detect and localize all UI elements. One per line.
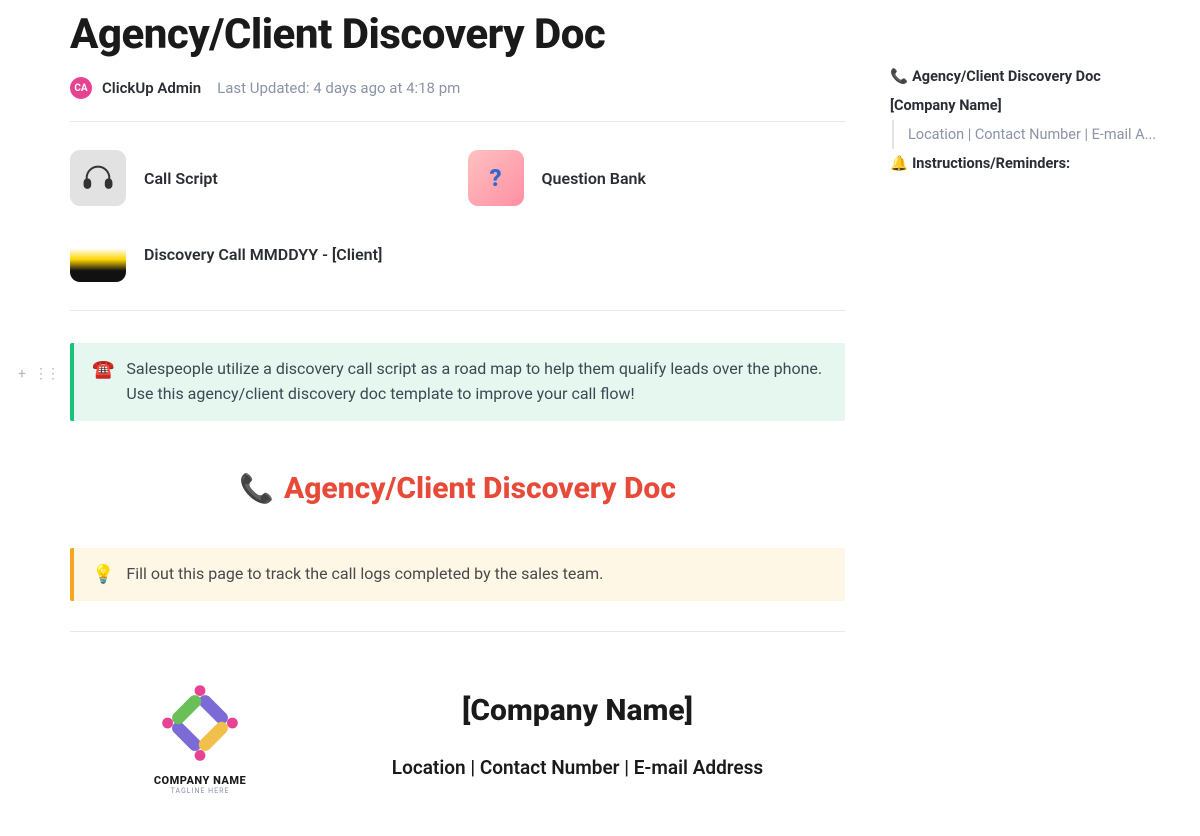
doc-heading[interactable]: 📞 Agency/Client Discovery Doc (70, 471, 845, 506)
subpage-question-bank[interactable]: ? Question Bank (468, 150, 846, 206)
company-section: COMPANY NAME TAGLINE HERE [Company Name]… (70, 678, 845, 795)
logo-name: COMPANY NAME (130, 774, 270, 787)
page-title[interactable]: Agency/Client Discovery Doc (70, 10, 845, 59)
doc-heading-text: Agency/Client Discovery Doc (284, 471, 676, 506)
author-avatar[interactable]: CA (70, 77, 92, 99)
outline-item-instructions[interactable]: 🔔Instructions/Reminders: (890, 149, 1180, 178)
question-icon: ? (468, 150, 524, 206)
callout-instruction[interactable]: 💡 Fill out this page to track the call l… (70, 548, 845, 601)
company-contact-line[interactable]: Location | Contact Number | E-mail Addre… (310, 756, 845, 779)
bell-icon: 🔔 (890, 155, 908, 172)
phone-emoji-icon: ☎️ (92, 357, 114, 407)
company-logo: COMPANY NAME TAGLINE HERE (130, 678, 270, 795)
headset-icon (70, 150, 126, 206)
updated-label: Last Updated: (217, 79, 309, 97)
bulb-icon: 💡 (92, 562, 114, 587)
phone-icon: 📞 (890, 68, 908, 85)
drag-handle[interactable]: ⋮⋮ (34, 366, 58, 382)
phone-icon: 📞 (239, 472, 274, 505)
logo-graphic-icon (155, 678, 245, 768)
outline-label: Location | Contact Number | E-mail A... (908, 126, 1156, 143)
callout-intro[interactable]: ☎️ Salespeople utilize a discovery call … (70, 343, 845, 421)
company-name-heading[interactable]: [Company Name] (310, 693, 845, 728)
divider (70, 310, 845, 311)
subpage-label: Discovery Call MMDDYY - [Client] (144, 245, 382, 264)
outline-sidebar: 📞Agency/Client Discovery Doc [Company Na… (890, 62, 1180, 178)
subpage-label: Question Bank (542, 169, 646, 188)
author-name[interactable]: ClickUp Admin (102, 79, 201, 97)
block-controls: + ⋮⋮ (18, 366, 58, 382)
subpage-label: Call Script (144, 169, 218, 188)
outline-label: Agency/Client Discovery Doc (912, 68, 1101, 85)
subpage-discovery-call[interactable]: Discovery Call MMDDYY - [Client] (70, 226, 448, 282)
outline-label: Instructions/Reminders: (912, 155, 1070, 172)
callout-text: Fill out this page to track the call log… (126, 562, 603, 587)
divider (70, 631, 845, 632)
outline-label: [Company Name] (890, 97, 1002, 114)
subpage-call-script[interactable]: Call Script (70, 150, 448, 206)
stack-icon (70, 226, 126, 282)
outline-item-contact[interactable]: Location | Contact Number | E-mail A... (908, 120, 1180, 149)
updated-value: 4 days ago at 4:18 pm (313, 79, 460, 97)
subpage-cards: Call Script ? Question Bank Discovery Ca… (70, 122, 845, 310)
outline-item-doc-title[interactable]: 📞Agency/Client Discovery Doc (890, 62, 1180, 91)
outline-item-company[interactable]: [Company Name] (890, 91, 1180, 120)
callout-text: Salespeople utilize a discovery call scr… (126, 357, 827, 407)
last-updated: Last Updated: 4 days ago at 4:18 pm (217, 79, 460, 97)
doc-meta-row: CA ClickUp Admin Last Updated: 4 days ag… (70, 77, 845, 99)
add-block-button[interactable]: + (18, 366, 26, 382)
logo-tagline: TAGLINE HERE (130, 787, 270, 795)
